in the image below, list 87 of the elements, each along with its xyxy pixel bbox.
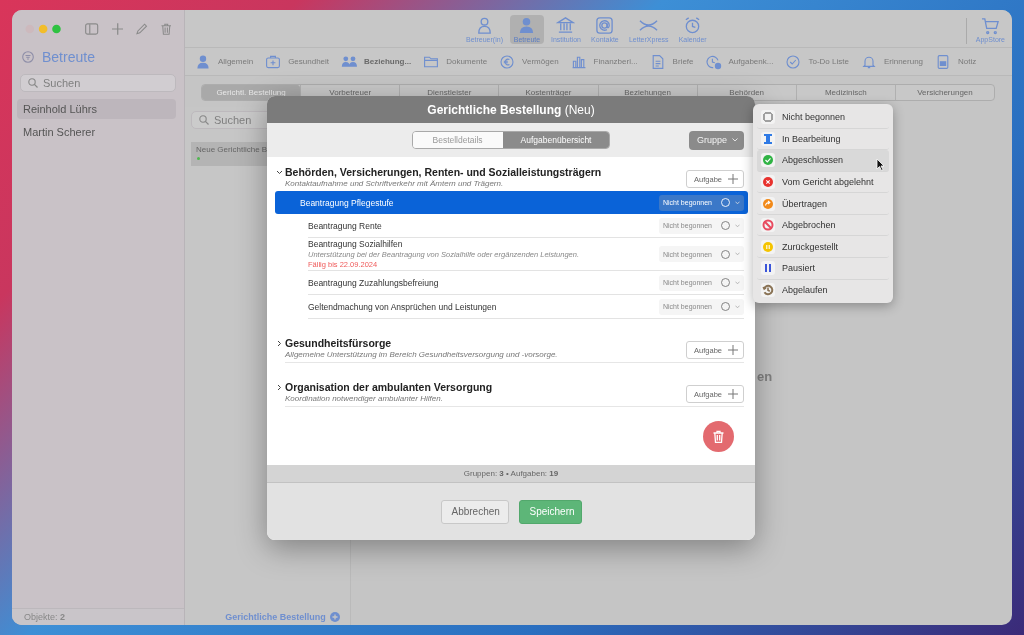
task-title: Beantragung Rente: [308, 220, 383, 231]
search-icon: [199, 115, 209, 125]
group-title: Gesundheitsfürsorge: [285, 337, 393, 349]
menu-item[interactable]: Vom Gericht abgelehnt: [757, 171, 889, 194]
euro-icon: [499, 53, 516, 70]
window-controls-icon: [25, 24, 62, 34]
group-dropdown[interactable]: Gruppe: [688, 130, 744, 150]
delete-button[interactable]: [703, 421, 734, 452]
group-description: Allgemeine Unterstützung im Bereich Gesundheitsversorgung und -vorsorge.: [285, 350, 559, 359]
status-dot-icon: [197, 157, 200, 160]
menu-item[interactable]: Übertragen: [757, 193, 889, 215]
menu-item[interactable]: Abgebrochen: [757, 214, 889, 237]
task-title: Beantragung Pflegestufe: [300, 197, 395, 208]
category-tab[interactable]: To-Do Liste: [785, 53, 849, 70]
detail-text: en: [757, 369, 773, 384]
plus-icon: [728, 389, 738, 399]
medical-kit-icon: [265, 53, 282, 70]
save-button[interactable]: Speichern: [518, 499, 582, 524]
menu-item[interactable]: Abgelaufen: [757, 279, 889, 301]
category-tab[interactable]: Beziehung...: [341, 53, 412, 70]
task-title: Beantragung Sozialhilfen: [308, 239, 404, 249]
menu-item[interactable]: Pausiert: [757, 257, 889, 280]
summary-text: Gruppen: 3 • Aufgaben: 19: [267, 465, 755, 483]
sidebar-toggle-icon: [85, 23, 99, 35]
circle-icon: [721, 221, 730, 230]
task-title: Geltendmachung von Ansprüchen und Leistungen: [308, 301, 498, 312]
circle-icon: [721, 302, 730, 311]
cursor-icon: [876, 158, 885, 171]
task-title: Beantragung Zuzahlungsbefreiung: [308, 277, 440, 288]
search-icon: [28, 78, 38, 88]
pencil-icon: [136, 23, 148, 35]
chevron-down-icon: [732, 138, 738, 142]
object-count: Objekte: 2: [24, 612, 66, 622]
category-tab[interactable]: Allgemein: [195, 53, 254, 70]
plus-icon: [728, 174, 738, 184]
check-circle-icon: [785, 53, 802, 70]
building-icon: [556, 16, 576, 35]
group-title: Behörden, Versicherungen, Renten- und Sozialleistungsträgern: [285, 166, 603, 178]
search-box[interactable]: Suchen: [20, 74, 176, 92]
add-circle-icon: [329, 612, 340, 622]
group-description: Kontaktaufnahme und Schriftverkehr mit Ämtern und Trägern.: [285, 179, 505, 188]
cancel-button[interactable]: Abbrechen: [440, 499, 509, 524]
category-tab[interactable]: Dokumente: [423, 53, 488, 70]
filter-icon: [22, 51, 34, 63]
category-tab[interactable]: Notiz: [935, 53, 977, 70]
category-tab[interactable]: Finanzberi...: [570, 53, 638, 70]
people-icon: [341, 53, 358, 70]
category-tab[interactable]: Erinnerung: [860, 53, 924, 70]
sidebar-title: Betreute: [42, 49, 95, 65]
person-icon: [195, 53, 211, 70]
circle-icon: [721, 198, 730, 207]
clock-check-icon: [705, 53, 722, 70]
category-tab[interactable]: Vermögen: [499, 53, 559, 70]
chevron-right-icon[interactable]: [276, 384, 283, 391]
sidebar-item[interactable]: Martin Scherer: [17, 122, 176, 142]
group-description: Koordination notwendiger ambulanter Hilfen.: [285, 394, 444, 403]
category-tab[interactable]: Aufgabenk...: [705, 53, 774, 70]
segment[interactable]: Bestelldetails: [412, 132, 503, 148]
chevron-down-icon: [735, 200, 740, 205]
circle-icon: [721, 278, 730, 287]
cart-icon: [980, 16, 1000, 35]
category-tab[interactable]: Briefe: [649, 53, 694, 70]
add-link[interactable]: Gerichtliche Bestellung: [195, 612, 340, 622]
chevron-down-icon: [735, 280, 740, 285]
dialog-title: Gerichtliche Bestellung (Neu): [267, 96, 755, 123]
trash-icon: [160, 23, 171, 35]
chevron-down-icon: [735, 252, 740, 256]
category-tab[interactable]: Gesundheit: [265, 53, 330, 70]
tab[interactable]: Versicherungen: [894, 85, 994, 100]
circle-icon: [721, 249, 730, 259]
at-icon: [595, 16, 615, 35]
chevron-down-icon: [735, 223, 740, 228]
chevron-down-icon: [735, 304, 740, 309]
tab[interactable]: Medizinisch: [795, 85, 895, 100]
chevron-down-icon[interactable]: [276, 169, 283, 176]
person-icon: [475, 16, 494, 35]
sidebar-item[interactable]: Reinhold Lührs: [17, 99, 176, 119]
menu-item[interactable]: Nicht begonnen: [757, 107, 889, 129]
group-title: Organisation der ambulanten Versorgung: [285, 381, 494, 393]
trash-icon: [713, 430, 724, 443]
menu-item[interactable]: Abgeschlossen: [757, 150, 889, 172]
segment[interactable]: Aufgabenübersicht: [502, 132, 610, 148]
menu-item[interactable]: Zurückgestellt: [757, 236, 889, 258]
chevron-right-icon[interactable]: [276, 340, 283, 347]
search-field[interactable]: Suchen: [43, 77, 168, 89]
plus-icon: [728, 345, 738, 355]
add-icon: [111, 23, 124, 35]
